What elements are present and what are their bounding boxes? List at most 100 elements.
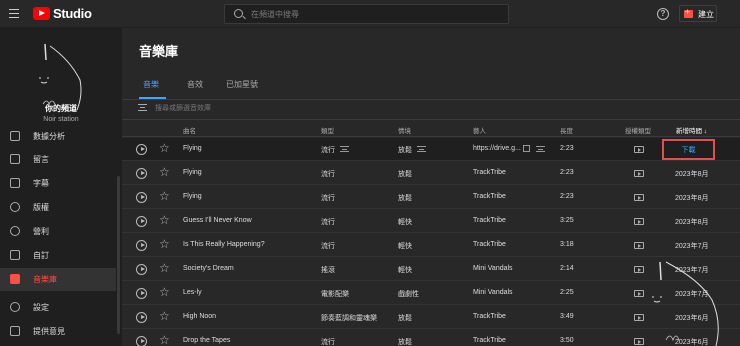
- table-row[interactable]: ☆ Guess I'll Never Know 流行 輕快 TrackTribe…: [122, 210, 740, 233]
- star-icon[interactable]: ☆: [159, 238, 170, 250]
- column-header-artist[interactable]: 藝人: [473, 125, 486, 135]
- table-row[interactable]: ☆ High Noon 節奏藍調和靈魂樂 放鬆 TrackTribe 3:49 …: [122, 306, 740, 329]
- column-header-license[interactable]: 授權類型: [625, 125, 651, 135]
- track-artist: TrackTribe: [473, 313, 506, 320]
- column-header-duration[interactable]: 長度: [560, 125, 573, 135]
- filter-icon[interactable]: [138, 104, 147, 111]
- column-header-genre[interactable]: 類型: [321, 125, 334, 135]
- play-icon[interactable]: [136, 288, 147, 299]
- search-box[interactable]: [224, 4, 509, 24]
- track-title: Flying: [183, 145, 202, 152]
- youtube-license-icon[interactable]: [634, 218, 644, 225]
- star-icon[interactable]: ☆: [159, 190, 170, 202]
- track-added-date: 2023年8月: [675, 171, 709, 178]
- youtube-license-icon[interactable]: [634, 194, 644, 201]
- play-icon[interactable]: [136, 168, 147, 179]
- tab-music[interactable]: 音樂: [143, 79, 159, 90]
- table-row[interactable]: ☆ Flying 流行 放鬆 https://drive.g... 2:23 下…: [122, 138, 740, 161]
- table-row[interactable]: ☆ Society's Dream 搖滾 輕快 Mini Vandals 2:1…: [122, 258, 740, 281]
- track-duration: 2:25: [560, 289, 574, 296]
- play-icon[interactable]: [136, 216, 147, 227]
- help-icon[interactable]: ?: [657, 8, 669, 20]
- track-duration: 2:14: [560, 265, 574, 272]
- sidebar-item-comments[interactable]: 留言: [0, 148, 116, 171]
- track-genre: 流行: [321, 195, 335, 202]
- search-icon: [234, 9, 243, 18]
- track-artist: TrackTribe: [473, 193, 506, 200]
- sidebar-item-monetization[interactable]: 營利: [0, 220, 116, 243]
- column-header-mood[interactable]: 情境: [398, 125, 411, 135]
- feedback-icon: [10, 326, 20, 336]
- track-title: Flying: [183, 169, 202, 176]
- star-icon[interactable]: ☆: [159, 334, 170, 346]
- track-mood: 輕快: [398, 267, 412, 274]
- track-duration: 2:23: [560, 193, 574, 200]
- table-row[interactable]: ☆ Is This Really Happening? 流行 輕快 TrackT…: [122, 234, 740, 257]
- create-button[interactable]: 建立: [679, 5, 717, 22]
- create-label: 建立: [698, 10, 714, 19]
- avatar[interactable]: [25, 40, 95, 112]
- column-header-title[interactable]: 曲名: [183, 125, 196, 135]
- studio-logo-text[interactable]: Studio: [53, 6, 92, 21]
- search-input[interactable]: [251, 7, 501, 22]
- monetization-icon: [10, 226, 20, 236]
- sidebar-item-label: 音樂庫: [33, 275, 57, 284]
- sidebar-item-analytics[interactable]: 數據分析: [0, 125, 116, 148]
- star-icon[interactable]: ☆: [159, 310, 170, 322]
- filter-mood-icon[interactable]: [417, 146, 426, 152]
- comments-icon: [10, 154, 20, 164]
- youtube-license-icon[interactable]: [634, 266, 644, 273]
- create-video-icon: [684, 7, 693, 18]
- tab-starred[interactable]: 已加星號: [226, 79, 258, 90]
- youtube-license-icon[interactable]: [634, 170, 644, 177]
- sidebar-item-subtitles[interactable]: 字幕: [0, 172, 116, 195]
- column-header-added[interactable]: 新增時間 ↓: [676, 125, 707, 135]
- sidebar-item-customization[interactable]: 自訂: [0, 244, 116, 267]
- track-artist: TrackTribe: [473, 169, 506, 176]
- youtube-license-icon[interactable]: [634, 290, 644, 297]
- youtube-license-icon[interactable]: [634, 146, 644, 153]
- filter-genre-icon[interactable]: [340, 146, 349, 152]
- play-icon[interactable]: [136, 192, 147, 203]
- track-mood: 輕快: [398, 243, 412, 250]
- sidebar-item-copyright[interactable]: 版權: [0, 196, 116, 219]
- table-row[interactable]: ☆ Flying 流行 放鬆 TrackTribe 2:23 2023年8月: [122, 186, 740, 209]
- table-row[interactable]: ☆ Flying 流行 放鬆 TrackTribe 2:23 2023年8月: [122, 162, 740, 185]
- star-icon[interactable]: ☆: [159, 214, 170, 226]
- youtube-license-icon[interactable]: [634, 314, 644, 321]
- sidebar: 你的頻道 Noir station 數據分析 留言 字幕 版權 營利 自訂 音樂…: [0, 28, 122, 346]
- track-added-date: 2023年6月: [675, 315, 709, 322]
- star-icon[interactable]: ☆: [159, 142, 170, 154]
- sidebar-item-settings[interactable]: 設定: [0, 296, 116, 319]
- table-row[interactable]: ☆ Les-ly 電影配樂 戲劇性 Mini Vandals 2:25 2023…: [122, 282, 740, 305]
- menu-icon[interactable]: [9, 9, 19, 18]
- sidebar-item-feedback[interactable]: 提供意見: [0, 320, 116, 343]
- copyright-icon: [10, 202, 20, 212]
- youtube-license-icon[interactable]: [634, 242, 644, 249]
- external-link-icon[interactable]: [523, 145, 530, 152]
- track-artist[interactable]: https://drive.g...: [473, 145, 521, 152]
- sidebar-item-audio-library[interactable]: 音樂庫: [0, 268, 116, 291]
- track-mood: 輕快: [398, 219, 412, 226]
- star-icon[interactable]: ☆: [159, 286, 170, 298]
- filter-artist-icon[interactable]: [536, 146, 545, 152]
- play-icon[interactable]: [136, 264, 147, 275]
- track-artist: Mini Vandals: [473, 265, 513, 272]
- filter-input[interactable]: [155, 102, 355, 114]
- youtube-license-icon[interactable]: [634, 338, 644, 345]
- youtube-logo-icon[interactable]: [33, 7, 50, 20]
- tab-sound-effects[interactable]: 音效: [187, 79, 203, 90]
- star-icon[interactable]: ☆: [159, 262, 170, 274]
- star-icon[interactable]: ☆: [159, 166, 170, 178]
- play-icon[interactable]: [136, 312, 147, 323]
- table-row[interactable]: ☆ Drop the Tapes 流行 放鬆 TrackTribe 3:50 2…: [122, 330, 740, 346]
- sidebar-scrollbar[interactable]: [117, 176, 120, 334]
- play-icon[interactable]: [136, 240, 147, 251]
- sidebar-item-label: 數據分析: [33, 132, 65, 141]
- download-button[interactable]: 下載: [662, 139, 715, 160]
- play-icon[interactable]: [136, 144, 147, 155]
- play-icon[interactable]: [136, 336, 147, 346]
- sidebar-item-label: 留言: [33, 155, 49, 164]
- track-duration: 2:23: [560, 145, 574, 152]
- channel-name: 你的頻道: [45, 104, 77, 113]
